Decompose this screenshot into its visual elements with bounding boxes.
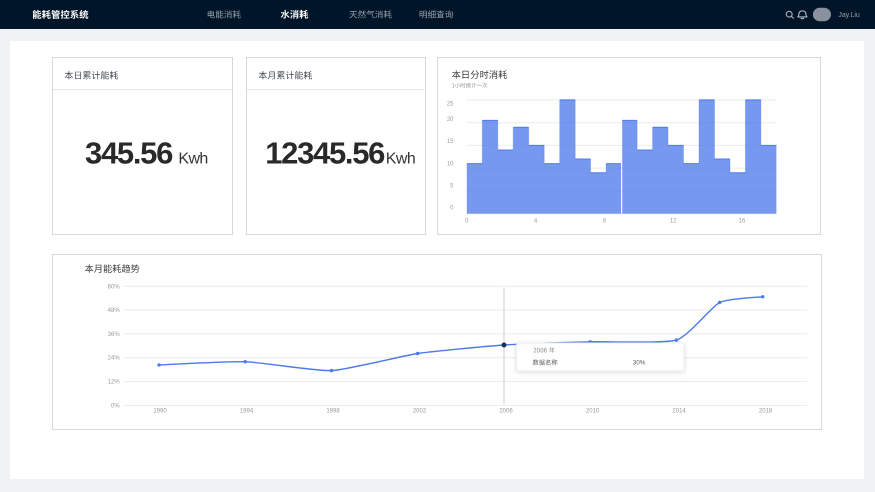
- svg-text:4: 4: [534, 219, 538, 225]
- svg-text:2018: 2018: [759, 409, 773, 415]
- svg-text:1998: 1998: [326, 409, 340, 415]
- svg-text:25: 25: [447, 102, 454, 108]
- svg-text:10: 10: [447, 161, 454, 167]
- svg-text:16: 16: [739, 219, 746, 225]
- svg-text:Kwh: Kwh: [178, 151, 207, 168]
- svg-text:12%: 12%: [108, 380, 121, 386]
- svg-text:Jay.Liu: Jay.Liu: [838, 12, 859, 19]
- svg-text:48%: 48%: [108, 308, 121, 314]
- svg-text:12: 12: [670, 219, 677, 225]
- svg-text:0: 0: [465, 219, 469, 225]
- svg-text:0%: 0%: [111, 403, 120, 409]
- svg-text:1990: 1990: [153, 409, 167, 415]
- svg-text:2014: 2014: [672, 409, 686, 415]
- svg-text:12345.56: 12345.56: [265, 136, 385, 171]
- svg-text:8: 8: [603, 219, 607, 225]
- svg-text:345.56: 345.56: [85, 136, 173, 171]
- svg-text:36%: 36%: [108, 332, 121, 338]
- svg-text:2002: 2002: [413, 409, 427, 415]
- svg-text:20: 20: [447, 117, 454, 123]
- svg-text:Kwh: Kwh: [386, 151, 415, 168]
- svg-text:24%: 24%: [108, 356, 121, 362]
- svg-text:2010: 2010: [586, 409, 600, 415]
- svg-text:2006: 2006: [499, 409, 513, 415]
- svg-text:0: 0: [450, 206, 454, 212]
- svg-text:15: 15: [447, 139, 454, 145]
- svg-text:30%: 30%: [633, 359, 646, 366]
- svg-text:5: 5: [450, 184, 454, 190]
- svg-text:1994: 1994: [240, 409, 254, 415]
- svg-text:60%: 60%: [108, 284, 121, 290]
